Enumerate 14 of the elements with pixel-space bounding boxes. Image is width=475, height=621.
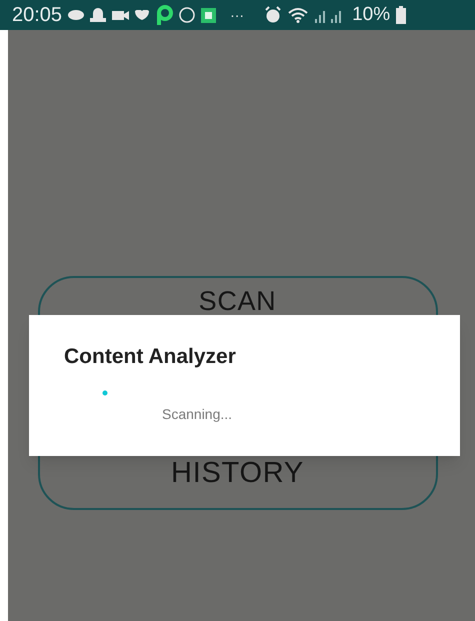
video-camera-icon xyxy=(112,10,130,20)
ellipse-icon xyxy=(68,10,84,20)
dialog-message: Scanning... xyxy=(162,405,232,424)
overflow-indicator: ··· xyxy=(230,6,244,24)
status-time: 20:05 xyxy=(12,3,62,28)
progress-spinner xyxy=(102,390,108,396)
alarm-icon xyxy=(264,6,282,24)
heart-icon xyxy=(135,10,150,20)
battery-percentage: 10% xyxy=(352,2,390,27)
dialog-title: Content Analyzer xyxy=(64,344,236,370)
wifi-icon xyxy=(288,7,308,23)
circle-icon xyxy=(179,7,196,23)
square-icon xyxy=(201,8,216,22)
battery-icon xyxy=(396,6,406,24)
